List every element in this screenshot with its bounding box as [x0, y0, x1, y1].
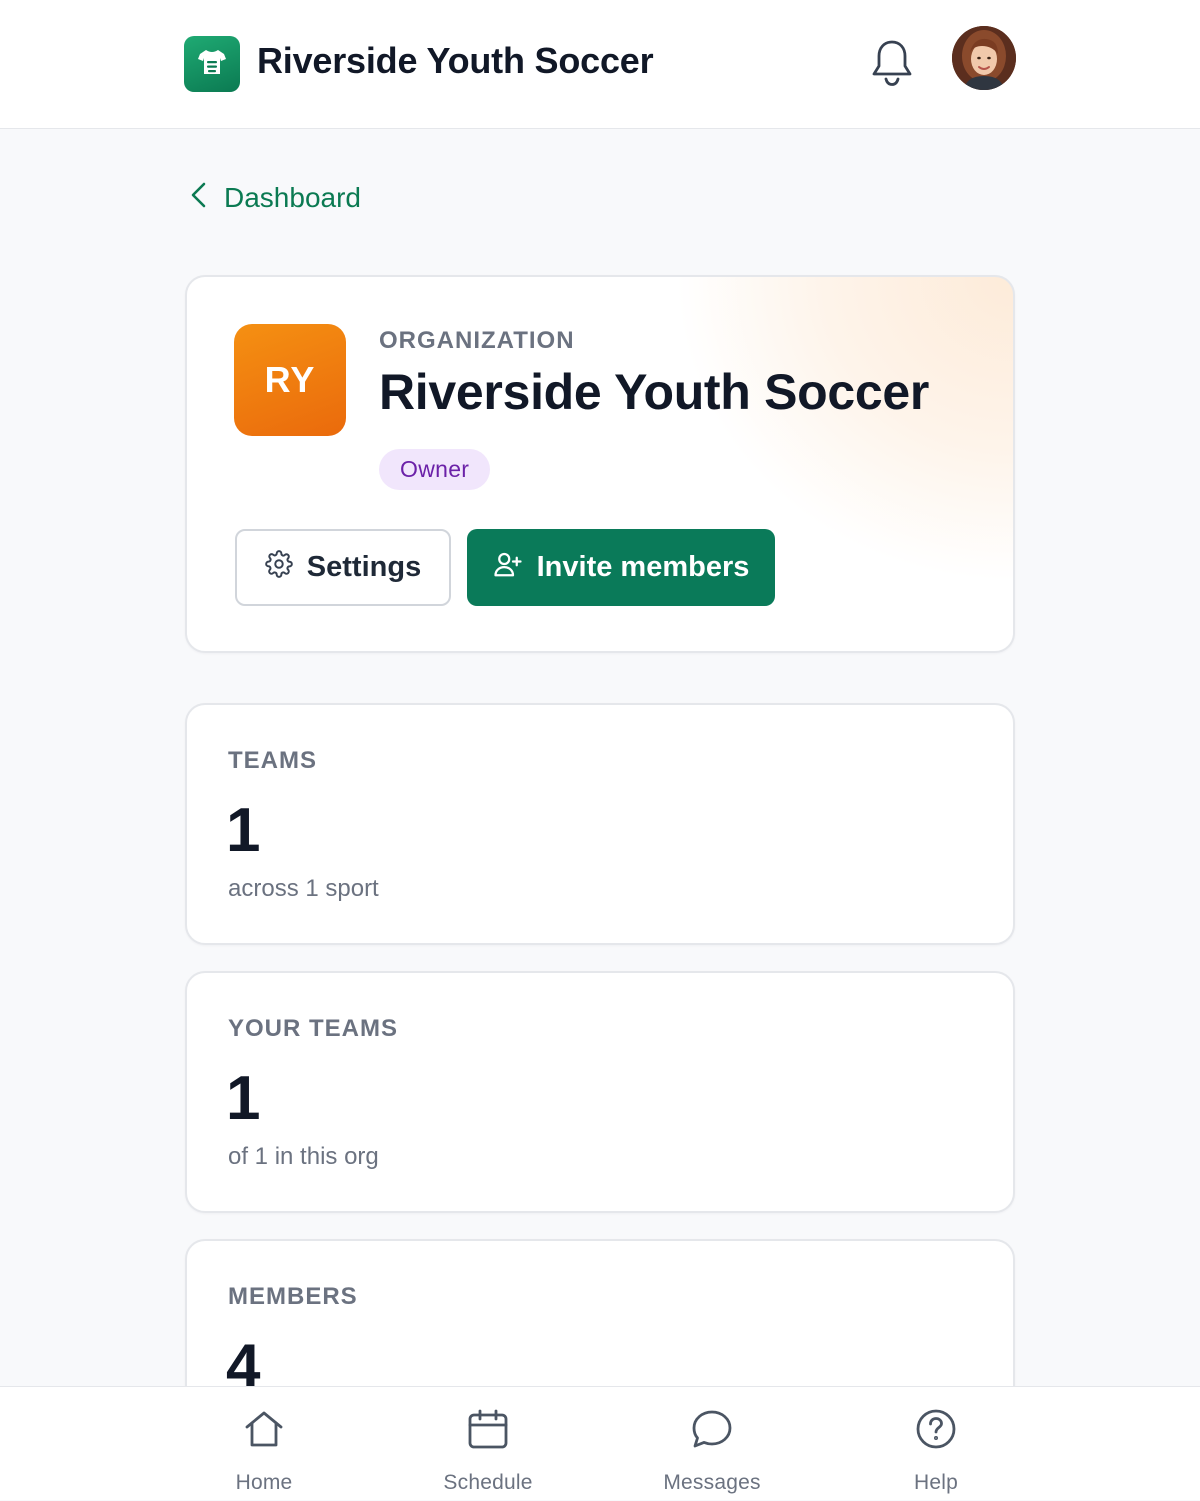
nav-label: Home [235, 1471, 293, 1494]
gear-icon [265, 549, 293, 586]
notifications-button[interactable] [866, 38, 918, 90]
nav-item-help[interactable]: Help [846, 1387, 1026, 1501]
jersey-icon [196, 47, 228, 82]
user-plus-icon [493, 549, 523, 587]
message-icon [690, 1407, 734, 1451]
nav-item-schedule[interactable]: Schedule [398, 1387, 578, 1501]
nav-item-messages[interactable]: Messages [622, 1387, 802, 1501]
invite-members-button[interactable]: Invite members [467, 529, 775, 606]
app-title: Riverside Youth Soccer [257, 40, 654, 81]
stat-label: TEAMS [228, 747, 317, 774]
stat-subtext: of 1 in this org [228, 1143, 379, 1170]
nav-label: Schedule [443, 1471, 533, 1494]
org-eyebrow-label: ORGANIZATION [379, 327, 575, 354]
invite-members-label: Invite members [536, 551, 750, 583]
nav-label: Messages [663, 1471, 761, 1494]
role-badge: Owner [379, 449, 491, 490]
help-icon [914, 1407, 958, 1451]
top-bar: Riverside Youth Soccer [0, 0, 1200, 129]
back-link-label: Dashboard [224, 182, 361, 213]
settings-button[interactable]: Settings [235, 529, 451, 606]
chevron-left-icon [188, 181, 210, 216]
organization-card: RY ORGANIZATION Riverside Youth Soccer O… [185, 275, 1015, 653]
bottom-navigation: Home Schedule Messages Help [0, 1386, 1200, 1500]
nav-item-home[interactable]: Home [174, 1387, 354, 1501]
nav-label: Help [914, 1471, 958, 1494]
stat-label: YOUR TEAMS [228, 1015, 399, 1042]
stat-subtext: across 1 sport [228, 875, 379, 902]
app-logo[interactable] [184, 36, 240, 92]
bell-icon [869, 37, 915, 92]
home-icon [243, 1407, 285, 1451]
stat-card-teams: TEAMS 1 across 1 sport [185, 703, 1015, 945]
stat-label: MEMBERS [228, 1283, 358, 1310]
org-name: Riverside Youth Soccer [379, 364, 930, 420]
org-initials-badge: RY [234, 324, 346, 436]
calendar-icon [467, 1407, 509, 1451]
user-avatar[interactable] [952, 26, 1016, 90]
stat-value: 1 [226, 796, 261, 865]
back-to-dashboard-link[interactable]: Dashboard [188, 178, 361, 218]
settings-button-label: Settings [306, 551, 422, 583]
stat-card-your-teams: YOUR TEAMS 1 of 1 in this org [185, 971, 1015, 1213]
stat-value: 1 [226, 1064, 261, 1133]
